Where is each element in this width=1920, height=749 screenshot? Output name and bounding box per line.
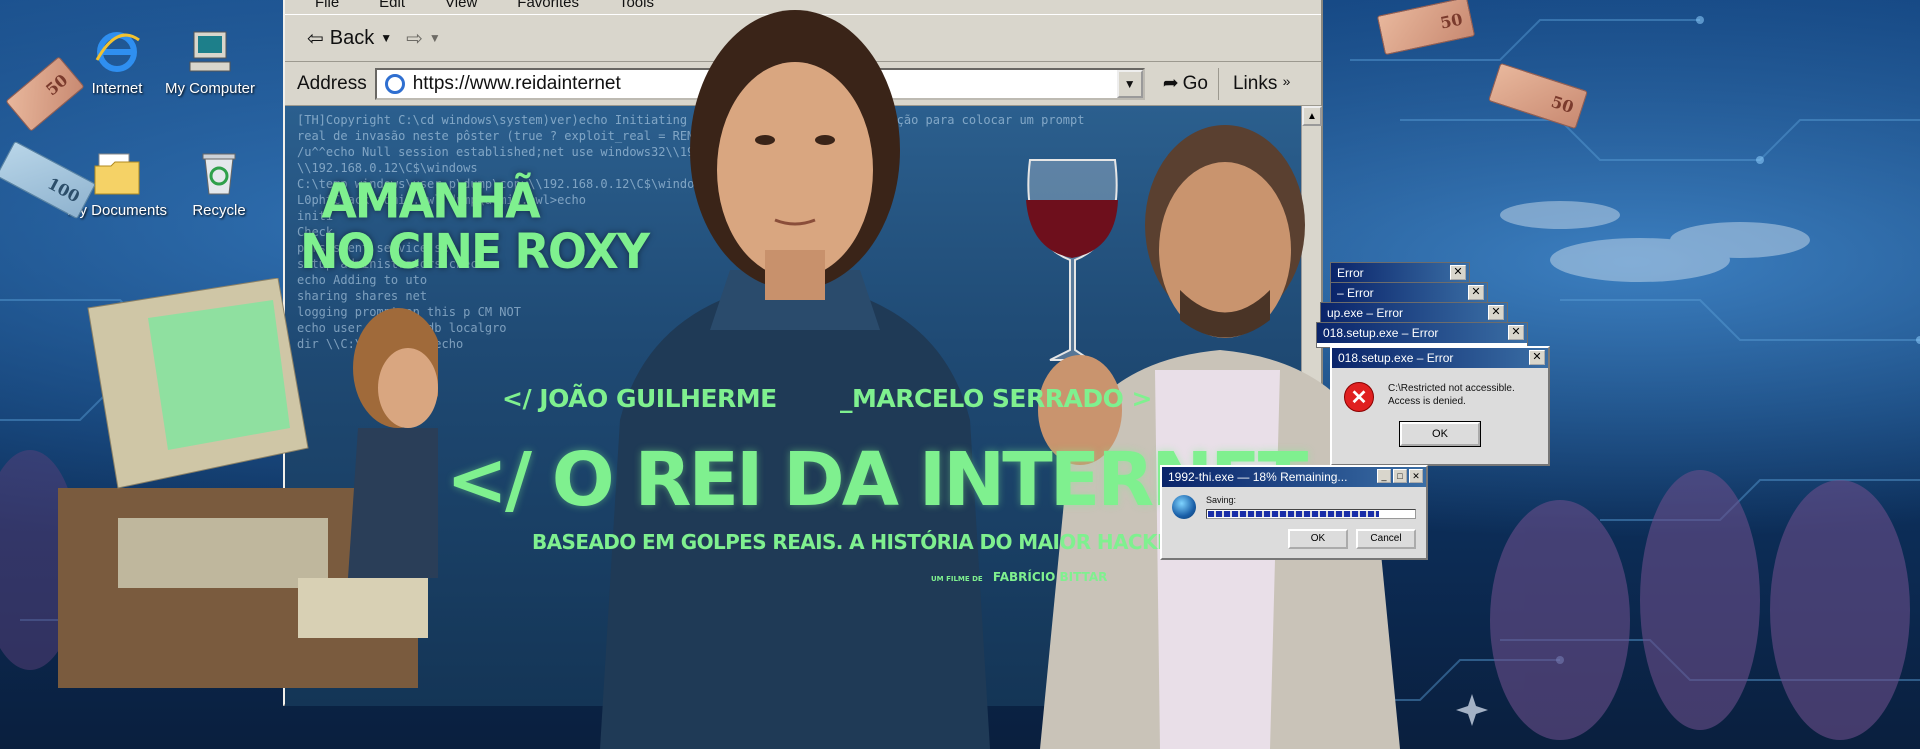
go-button[interactable]: ➦ Go xyxy=(1153,67,1219,100)
back-button[interactable]: ⇦ Back ▼ xyxy=(307,26,392,51)
chevron-down-icon: ▼ xyxy=(380,31,393,45)
progress-bar xyxy=(1206,509,1416,519)
menu-edit[interactable]: Edit xyxy=(379,0,405,11)
error-dialog-title: 018.setup.exe – Error ✕ xyxy=(1317,323,1527,343)
error-dialog-title: up.exe – Error ✕ xyxy=(1321,303,1507,323)
error-dialog: 018.setup.exe – Error ✕ ✕ C:\Restricted … xyxy=(1330,346,1550,466)
desktop-icon-my-computer[interactable]: My Computer xyxy=(155,30,265,97)
progress-body: Saving: xyxy=(1162,487,1426,519)
folder-icon xyxy=(94,153,140,195)
error-dialog-title: – Error ✕ xyxy=(1331,283,1487,303)
movie-title: </ O REI DA INTERNET /> xyxy=(446,437,1414,523)
showtime-line-1: AMANHÃ xyxy=(321,172,541,230)
progress-dialog: 1992-thi.exe — 18% Remaining... _ □ ✕ Sa… xyxy=(1160,465,1428,560)
credit-name: FABRÍCIO BITTAR xyxy=(992,570,1108,584)
error-dialog-body: ✕ C:\Restricted not accessible. Access i… xyxy=(1332,368,1548,412)
chevron-down-icon: ▼ xyxy=(428,31,441,45)
progress-bar-fill xyxy=(1208,511,1379,517)
error-dialog-stacked: 018.setup.exe – Error ✕ xyxy=(1316,322,1528,348)
showtime-line-2: NO CINE ROXY xyxy=(300,222,650,280)
progress-ok-button[interactable]: OK xyxy=(1288,529,1348,549)
close-icon[interactable]: ✕ xyxy=(1529,350,1545,365)
recycle-bin-icon xyxy=(202,153,236,195)
page-icon xyxy=(384,73,405,94)
error-ok-button[interactable]: OK xyxy=(1399,421,1481,447)
close-icon[interactable]: ✕ xyxy=(1450,265,1466,280)
globe-icon xyxy=(1172,495,1196,519)
error-dialog-title: Error ✕ xyxy=(1331,263,1469,283)
credit-prefix: UM FILME DE xyxy=(931,575,983,583)
desktop-icon-label: Internet xyxy=(91,80,143,97)
close-icon[interactable]: ✕ xyxy=(1468,285,1484,300)
progress-dialog-title: 1992-thi.exe — 18% Remaining... _ □ ✕ xyxy=(1162,467,1426,487)
director-credit: UM FILME DE FABRÍCIO BITTAR xyxy=(931,570,1107,584)
close-icon[interactable]: ✕ xyxy=(1508,325,1524,340)
progress-label: Saving: xyxy=(1206,495,1237,505)
minimize-icon[interactable]: _ xyxy=(1377,469,1391,483)
address-label: Address xyxy=(297,72,367,94)
go-arrow-icon: ➦ xyxy=(1162,73,1179,94)
error-dialog-title: 018.setup.exe – Error ✕ xyxy=(1332,348,1548,368)
back-label: Back xyxy=(329,26,375,49)
menu-view[interactable]: View xyxy=(445,0,477,11)
title-bar-buttons: _ □ ✕ xyxy=(1377,469,1423,483)
showtime-text: AMANHÃ NO CINE ROXY xyxy=(300,172,650,280)
links-label: Links xyxy=(1232,72,1278,94)
maximize-icon[interactable]: □ xyxy=(1393,469,1407,483)
forward-button[interactable]: ⇨ ▼ xyxy=(406,26,441,51)
back-arrow-icon: ⇦ xyxy=(307,27,324,50)
young-hacker-illustration xyxy=(600,10,990,749)
links-button[interactable]: Links » xyxy=(1227,73,1296,95)
address-dropdown[interactable]: ▼ xyxy=(1116,69,1143,98)
progress-cancel-button[interactable]: Cancel xyxy=(1356,529,1416,549)
desktop-icon-label: Recycle xyxy=(192,202,246,219)
close-icon[interactable]: ✕ xyxy=(1409,469,1423,483)
error-message-line-1: C:\Restricted not accessible. xyxy=(1388,383,1515,394)
desktop-icon-recycle[interactable]: Recycle xyxy=(164,152,274,219)
retro-computer-illustration xyxy=(58,278,438,688)
error-message-line-2: Access is denied. xyxy=(1388,396,1466,407)
actor-1-name: </ JOÃO GUILHERME xyxy=(502,384,777,413)
close-icon[interactable]: ✕ xyxy=(1488,305,1504,320)
progress-buttons: OK Cancel xyxy=(1162,519,1426,549)
menu-file[interactable]: File xyxy=(315,0,339,11)
internet-explorer-icon xyxy=(95,32,140,72)
computer-icon xyxy=(189,31,231,72)
actor-2-name: _MARCELO SERRADO > xyxy=(840,384,1152,413)
go-label: Go xyxy=(1182,72,1208,94)
poster-stage: Internet My Computer My Documents Recycl… xyxy=(0,0,1920,749)
forward-arrow-icon: ⇨ xyxy=(406,27,423,50)
error-icon: ✕ xyxy=(1344,382,1374,412)
chevron-right-icon: » xyxy=(1282,72,1291,89)
desktop-icon-label: My Computer xyxy=(164,80,256,97)
